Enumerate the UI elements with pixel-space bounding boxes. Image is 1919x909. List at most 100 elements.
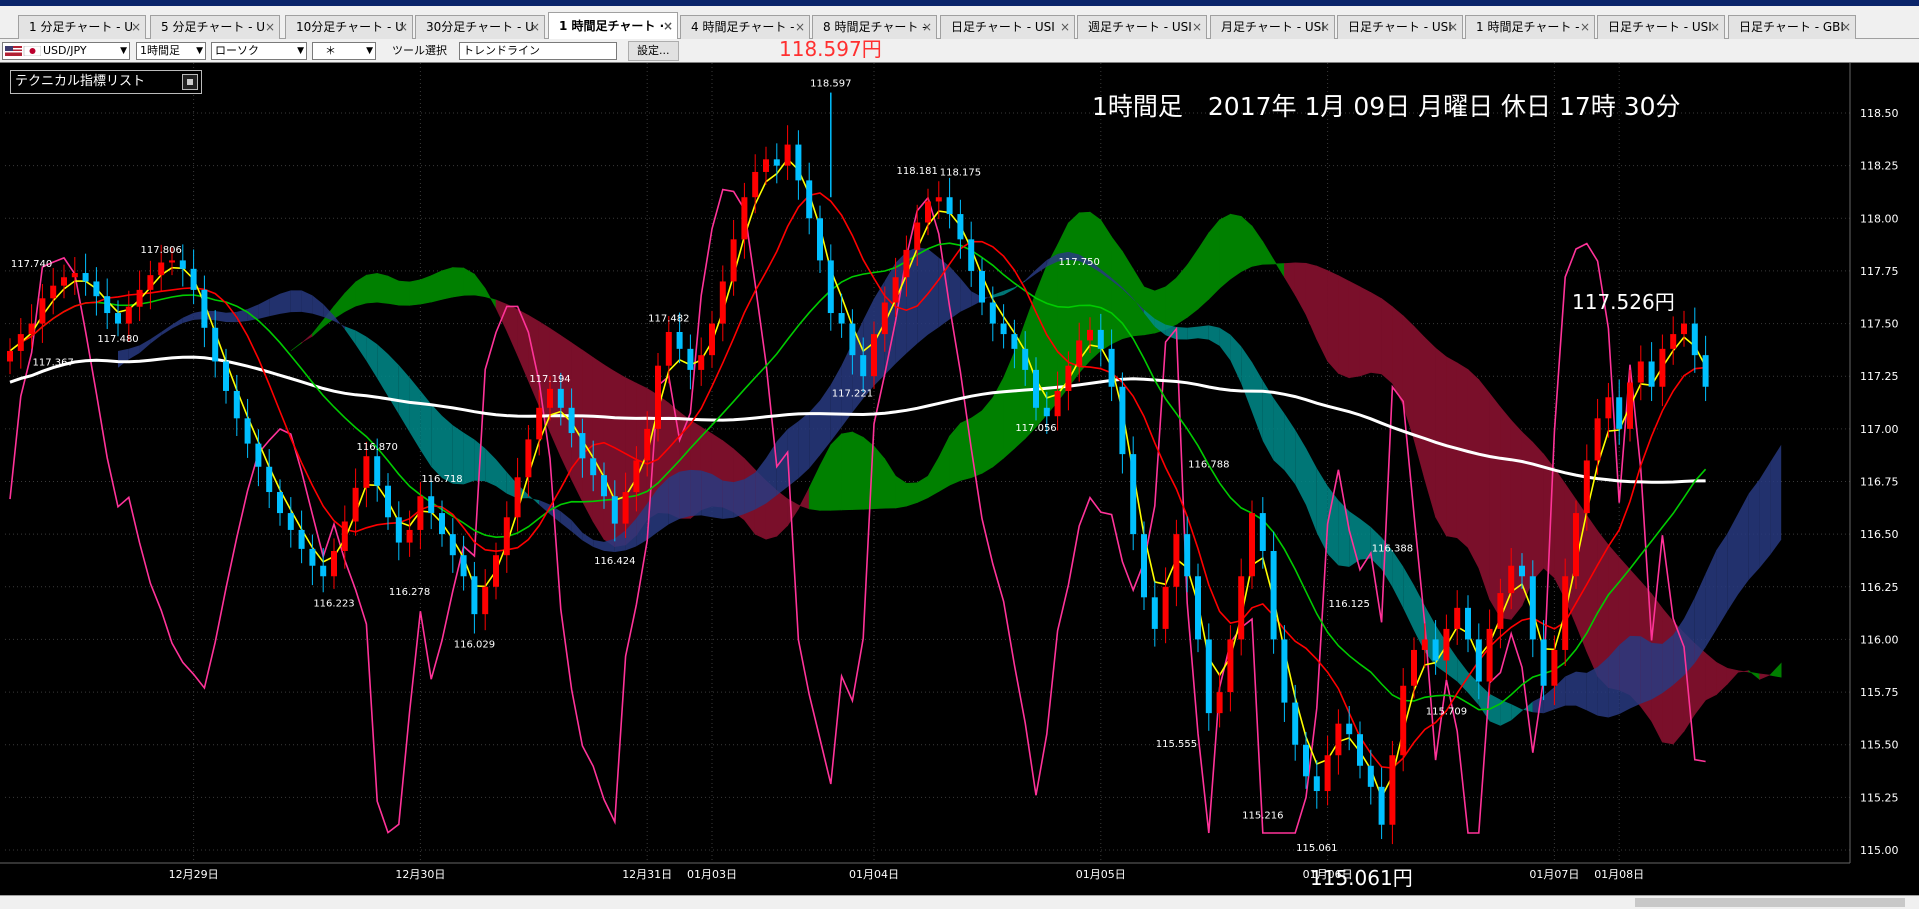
x-tick-label: 01月08日 [1594, 868, 1644, 881]
candle-body [331, 550, 337, 577]
tab-2[interactable]: 10分足チャート - U × [285, 15, 413, 39]
marker-select[interactable]: ＊ ▼ [312, 42, 376, 60]
symbol-select[interactable]: USD/JPY ▼ [2, 42, 130, 60]
secondary-cloud-segment [1651, 642, 1663, 700]
price-annotation: 115.709 [1426, 707, 1467, 718]
candle-body [1389, 755, 1396, 825]
tab-bar: 1 分足チャート - U × 5 分足チャート - U × 10分足チャート - U × 3… [0, 6, 1919, 40]
close-icon[interactable]: × [131, 16, 141, 38]
candle-body [125, 306, 132, 324]
indicator-list-panel[interactable]: テクニカル指標リスト [10, 70, 202, 94]
secondary-cloud-segment [463, 432, 475, 485]
candle-body [1400, 685, 1407, 756]
y-tick-label: 117.50 [1860, 318, 1899, 331]
price-annotation: 117.221 [832, 388, 873, 399]
tab-9[interactable]: 月足チャート - USI × [1210, 15, 1335, 39]
candle-body [287, 513, 294, 530]
candle-body [590, 458, 597, 476]
x-tick-label: 01月05日 [1076, 868, 1126, 881]
tab-4[interactable]: 1 時間足チャート · × [548, 12, 678, 40]
candle-body [1000, 323, 1007, 335]
tab-3[interactable]: 30分足チャート - U × [415, 15, 545, 39]
candle-body [277, 492, 283, 514]
candle-body [1270, 550, 1277, 640]
candle-body [1583, 460, 1590, 514]
kumo-cloud-segment [970, 410, 983, 479]
horizontal-scrollbar[interactable] [0, 895, 1919, 909]
close-icon[interactable]: × [922, 16, 932, 38]
us-jp-flag-icon [5, 46, 41, 56]
close-icon[interactable]: × [1060, 16, 1070, 38]
tab-12[interactable]: 日足チャート - USI × [1597, 15, 1725, 39]
tab-label: 10分足チャート - U [296, 20, 404, 34]
close-icon[interactable]: × [265, 16, 275, 38]
candle-body [320, 565, 327, 577]
close-icon[interactable]: × [1192, 16, 1202, 38]
close-icon[interactable]: × [398, 16, 408, 38]
high-price-label: 118.597円 [779, 37, 882, 61]
candle-body [1616, 397, 1623, 429]
tab-1[interactable]: 5 分足チャート - U × [150, 15, 280, 39]
candle-body [223, 361, 229, 391]
close-icon[interactable]: × [1710, 16, 1720, 38]
price-chart[interactable]: 118.50 118.25 118.00 117.75 117.50 117.25 117.… [0, 63, 1919, 895]
candle-body [838, 313, 845, 324]
kumo-cloud-segment [409, 279, 421, 306]
candle-body [1659, 348, 1666, 387]
secondary-cloud-segment [712, 473, 723, 519]
candle-body [1367, 765, 1374, 787]
tab-label: 4 時間足チャート - [691, 20, 795, 34]
kumo-cloud-segment [452, 267, 464, 298]
secondary-cloud-segment [1770, 444, 1782, 555]
tab-8[interactable]: 週足チャート - USI × [1077, 15, 1207, 39]
tab-label: 月足チャート - USI [1221, 20, 1325, 34]
timeframe-select[interactable]: 1時間足 ▼ [136, 42, 206, 60]
candle-body [665, 331, 672, 366]
secondary-cloud-segment [1759, 461, 1771, 568]
x-tick-label: 01月07日 [1529, 868, 1579, 881]
close-icon[interactable]: × [530, 16, 540, 38]
candle-body [925, 201, 931, 223]
close-icon[interactable]: × [1580, 16, 1590, 38]
tool-select-field[interactable]: トレンドライン [459, 42, 617, 60]
close-icon[interactable]: × [1841, 16, 1851, 38]
kumo-cloud-segment [1456, 362, 1469, 549]
candle-body [449, 534, 456, 556]
candle-body [730, 239, 737, 282]
candle-body [1184, 534, 1191, 577]
tab-10[interactable]: 日足チャート - USI × [1337, 15, 1463, 39]
tab-11[interactable]: 1 時間足チャート - × [1465, 15, 1595, 39]
settings-button[interactable]: 設定... [628, 41, 679, 61]
close-icon[interactable]: × [663, 13, 673, 40]
candle-body [579, 433, 586, 459]
kumo-cloud-segment [1111, 235, 1123, 345]
chart-style-select[interactable]: ローソク ▼ [211, 42, 307, 60]
price-annotation: 117.806 [141, 245, 182, 256]
x-tick-label: 01月04日 [849, 868, 899, 881]
close-icon[interactable]: × [1448, 16, 1458, 38]
close-icon[interactable]: × [1320, 16, 1330, 38]
kumo-cloud-segment [1143, 286, 1156, 336]
kumo-cloud-segment [1381, 298, 1393, 384]
tab-13[interactable]: 日足チャート - GBI × [1728, 15, 1856, 39]
price-annotation: 116.718 [421, 474, 462, 485]
secondary-cloud-segment [1597, 657, 1609, 718]
candle-body [1173, 534, 1180, 587]
panel-toggle-icon[interactable] [182, 74, 198, 90]
chevron-down-icon: ▼ [196, 46, 203, 56]
kumo-cloud-segment [420, 275, 432, 305]
price-annotation: 118.597 [810, 79, 851, 90]
scrollbar-thumb[interactable] [1635, 898, 1905, 907]
tab-0[interactable]: 1 分足チャート - U × [18, 15, 146, 39]
candle-body [1670, 334, 1677, 349]
candle-body [417, 496, 424, 530]
kumo-cloud-segment [1327, 270, 1339, 375]
kumo-cloud-segment [1240, 215, 1253, 273]
tab-7[interactable]: 日足チャート - USI × [940, 15, 1075, 39]
candle-body [1108, 348, 1115, 387]
candle-body [1195, 576, 1201, 640]
secondary-cloud-segment [290, 290, 302, 313]
price-annotation: 115.555 [1156, 739, 1197, 750]
price-annotation: 116.125 [1329, 599, 1370, 610]
candle-body [385, 485, 391, 518]
